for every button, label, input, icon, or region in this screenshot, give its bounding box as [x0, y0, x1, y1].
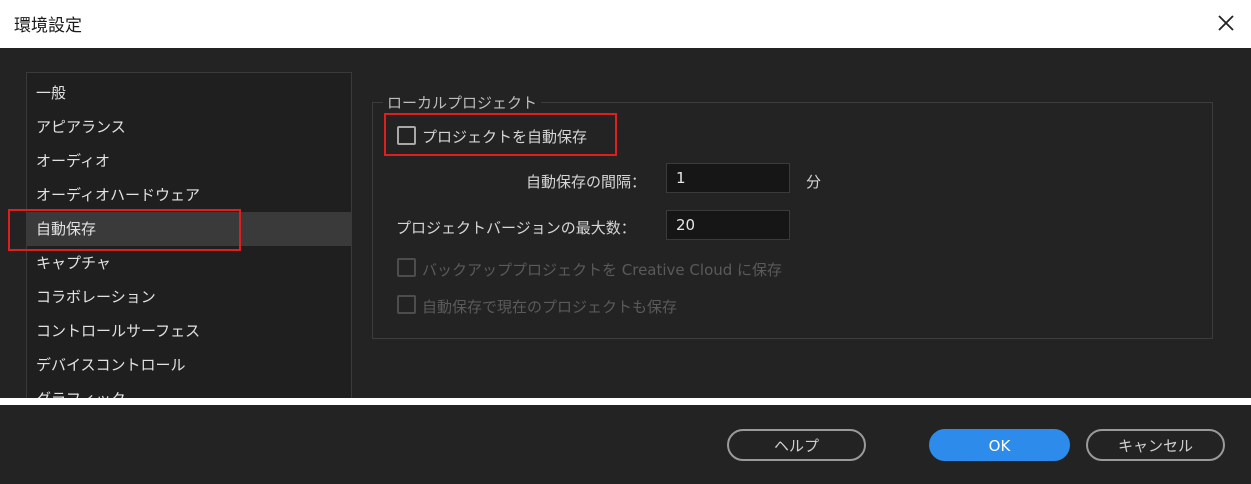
close-button[interactable] — [1209, 6, 1243, 40]
auto-save-label: プロジェクトを自動保存 — [422, 128, 588, 146]
interval-unit: 分 — [806, 173, 822, 191]
cloud-backup-checkbox[interactable] — [397, 258, 416, 277]
ok-button[interactable]: OK — [929, 429, 1070, 461]
save-current-label: 自動保存で現在のプロジェクトも保存 — [422, 298, 678, 316]
group-title: ローカルプロジェクト — [383, 92, 542, 113]
max-versions-input[interactable]: 20 — [666, 210, 790, 240]
close-icon — [1218, 15, 1234, 31]
interval-input[interactable]: 1 — [666, 163, 790, 193]
sidebar-item-appearance[interactable]: アピアランス — [27, 110, 351, 144]
auto-save-checkbox[interactable] — [397, 126, 416, 145]
sidebar-item-general[interactable]: 一般 — [27, 76, 351, 110]
help-button[interactable]: ヘルプ — [727, 429, 866, 461]
interval-label: 自動保存の間隔： — [526, 173, 647, 191]
sidebar-item-audio-hardware[interactable]: オーディオハードウェア — [27, 178, 351, 212]
save-current-checkbox[interactable] — [397, 295, 416, 314]
sidebar-item-control-surface[interactable]: コントロールサーフェス — [27, 314, 351, 348]
title-bar: 環境設定 — [0, 0, 1251, 48]
sidebar-item-capture[interactable]: キャプチャ — [27, 246, 351, 280]
sidebar-item-graphics[interactable]: グラフィック — [27, 382, 351, 398]
sidebar-item-collaboration[interactable]: コラボレーション — [27, 280, 351, 314]
sidebar-item-audio[interactable]: オーディオ — [27, 144, 351, 178]
max-versions-label: プロジェクトバージョンの最大数： — [396, 219, 636, 237]
sidebar-item-device-control[interactable]: デバイスコントロール — [27, 348, 351, 382]
cancel-button[interactable]: キャンセル — [1086, 429, 1225, 461]
window-title: 環境設定 — [14, 16, 82, 36]
dialog-footer: ヘルプ OK キャンセル — [0, 405, 1251, 484]
cloud-backup-label: バックアッププロジェクトを Creative Cloud に保存 — [422, 261, 783, 279]
preferences-main: 一般 アピアランス オーディオ オーディオハードウェア 自動保存 キャプチャ コ… — [0, 48, 1251, 398]
highlight-box-sidebar — [8, 209, 241, 251]
